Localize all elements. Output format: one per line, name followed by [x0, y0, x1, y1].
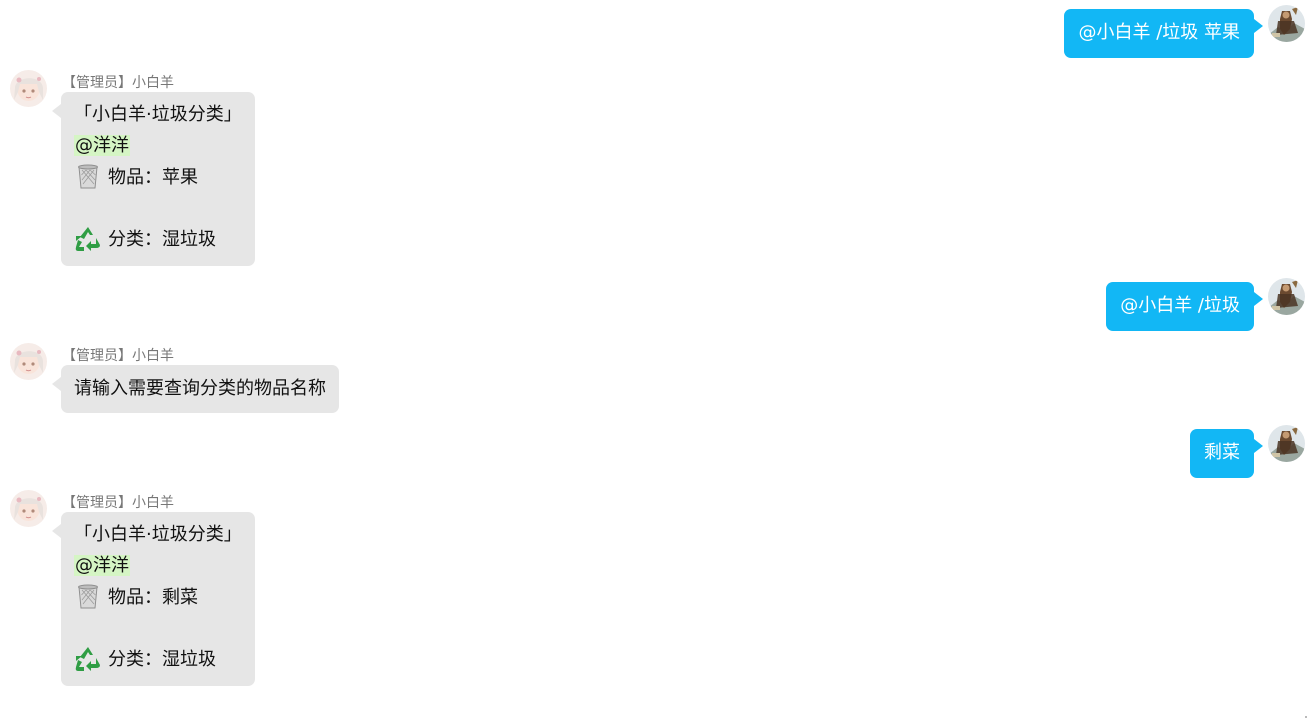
message-outgoing: 剩菜 [0, 420, 1309, 480]
outgoing-bubble[interactable]: 剩菜 [1190, 429, 1254, 478]
message-text: @小白羊 /垃圾 苹果 [1078, 22, 1240, 43]
bubble-tail [1254, 19, 1263, 33]
message-text: @小白羊 /垃圾 [1120, 295, 1240, 316]
mention-line: @洋洋 [74, 551, 242, 582]
mention-tag[interactable]: @洋洋 [74, 555, 130, 576]
mention-tag[interactable]: @洋洋 [74, 135, 130, 156]
user-avatar-image [1268, 425, 1305, 462]
recycle-icon [74, 224, 102, 252]
resize-handle [1305, 716, 1307, 718]
user-avatar-image [1268, 5, 1305, 42]
bot-avatar[interactable] [10, 343, 47, 380]
bubble-tail [52, 524, 61, 538]
wastebasket-icon [74, 582, 102, 610]
category-line: 分类：湿垃圾 [74, 644, 242, 675]
user-avatar-image [1268, 278, 1305, 315]
message-incoming: 【管理员】小白羊 「小白羊·垃圾分类」 @洋洋 物品：苹果 分类：湿垃圾 [0, 66, 700, 271]
bubble-tail [1254, 439, 1263, 453]
sender-name: 【管理员】小白羊 [62, 348, 174, 364]
user-avatar[interactable] [1268, 278, 1305, 315]
user-avatar[interactable] [1268, 5, 1305, 42]
bubble-tail [52, 104, 61, 118]
bot-avatar[interactable] [10, 490, 47, 527]
recycle-icon [74, 644, 102, 672]
user-avatar[interactable] [1268, 425, 1305, 462]
category-line: 分类：湿垃圾 [74, 224, 242, 255]
item-line: 物品：剩菜 [74, 582, 242, 613]
bubble-tail [52, 377, 61, 391]
bot-avatar[interactable] [10, 70, 47, 107]
item-label: 物品：剩菜 [108, 587, 198, 608]
item-line: 物品：苹果 [74, 162, 242, 193]
wastebasket-icon [74, 162, 102, 190]
bot-avatar-image [10, 490, 47, 527]
sender-name: 【管理员】小白羊 [62, 75, 174, 91]
message-outgoing: @小白羊 /垃圾 苹果 [0, 0, 1309, 60]
category-label: 分类：湿垃圾 [108, 649, 216, 670]
bot-avatar-image [10, 343, 47, 380]
outgoing-bubble[interactable]: @小白羊 /垃圾 苹果 [1064, 9, 1254, 58]
sender-name: 【管理员】小白羊 [62, 495, 174, 511]
incoming-bubble[interactable]: 「小白羊·垃圾分类」 @洋洋 物品：苹果 分类：湿垃圾 [61, 92, 255, 266]
message-outgoing: @小白羊 /垃圾 [0, 273, 1309, 333]
incoming-bubble[interactable]: 请输入需要查询分类的物品名称 [61, 365, 339, 413]
card-header: 「小白羊·垃圾分类」 [74, 104, 242, 125]
card-header: 「小白羊·垃圾分类」 [74, 524, 242, 545]
item-label: 物品：苹果 [108, 167, 198, 188]
bubble-tail [1254, 292, 1263, 306]
message-incoming: 【管理员】小白羊 「小白羊·垃圾分类」 @洋洋 物品：剩菜 分类：湿垃圾 [0, 486, 700, 691]
category-label: 分类：湿垃圾 [108, 229, 216, 250]
message-text: 剩菜 [1204, 442, 1240, 463]
mention-line: @洋洋 [74, 131, 242, 162]
incoming-bubble[interactable]: 「小白羊·垃圾分类」 @洋洋 物品：剩菜 分类：湿垃圾 [61, 512, 255, 686]
bot-avatar-image [10, 70, 47, 107]
message-text: 请输入需要查询分类的物品名称 [74, 378, 326, 399]
outgoing-bubble[interactable]: @小白羊 /垃圾 [1106, 282, 1254, 331]
message-incoming: 【管理员】小白羊 请输入需要查询分类的物品名称 [0, 339, 700, 419]
